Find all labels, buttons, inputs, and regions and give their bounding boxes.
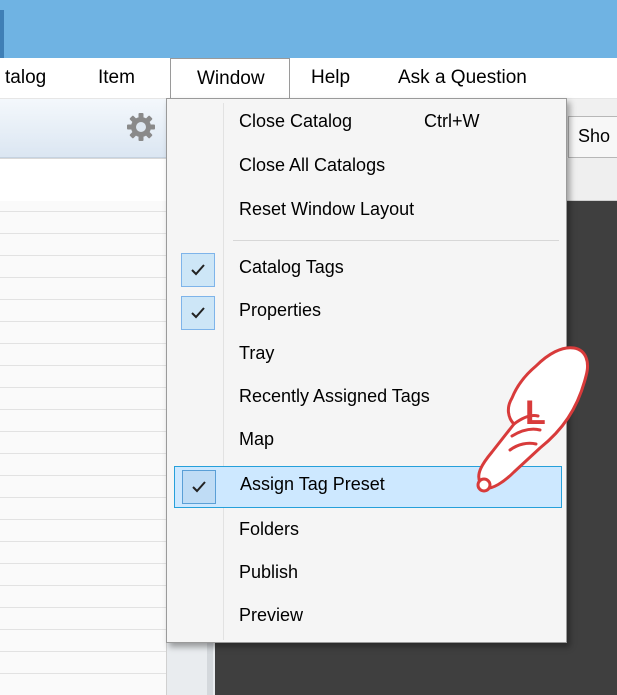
menu-preview[interactable]: Preview [167, 597, 566, 639]
menu-ask-a-question[interactable]: Ask a Question [398, 67, 527, 89]
check-icon [181, 296, 215, 330]
menu-properties[interactable]: Properties [167, 292, 566, 334]
menu-close-catalog[interactable]: Close Catalog Ctrl+W [167, 103, 566, 145]
check-icon [182, 470, 216, 504]
menu-close-all-catalogs[interactable]: Close All Catalogs [167, 147, 566, 189]
menu-label: Recently Assigned Tags [239, 386, 430, 406]
show-tab[interactable]: Sho [568, 116, 617, 158]
menu-label: Preview [239, 605, 304, 625]
menu-label: Properties [239, 300, 322, 320]
menu-window[interactable]: Window [170, 58, 290, 99]
window-titlebar [0, 0, 617, 58]
panel-search-input[interactable] [0, 158, 166, 202]
menu-catalog-tags[interactable]: Catalog Tags [167, 249, 566, 291]
tag-list-panel [0, 201, 167, 695]
menu-folders[interactable]: Folders [167, 511, 566, 553]
menu-separator [233, 240, 559, 241]
pointing-hand-icon: L [476, 346, 589, 493]
menu-label: Close Catalog [239, 111, 353, 131]
menu-help[interactable]: Help [311, 67, 350, 89]
menu-label: Assign Tag Preset [240, 474, 385, 494]
menu-shortcut: Ctrl+W [424, 111, 480, 131]
menu-window-label: Window [197, 68, 265, 89]
show-tab-label: Sho [578, 126, 611, 146]
menu-catalog[interactable]: talog [5, 67, 46, 89]
menu-label: Reset Window Layout [239, 199, 415, 219]
menu-label: Close All Catalogs [239, 155, 386, 175]
menu-label: Tray [239, 343, 275, 363]
gear-icon[interactable] [124, 110, 158, 144]
menu-label: Map [239, 429, 275, 449]
menu-bar: talog Item Help Ask a Question [0, 58, 617, 99]
menu-label: Publish [239, 562, 299, 582]
hand-letter: L [525, 394, 546, 432]
menu-reset-window-layout[interactable]: Reset Window Layout [167, 191, 566, 233]
menu-item[interactable]: Item [98, 67, 135, 89]
window-edge [0, 10, 4, 58]
check-icon [181, 253, 215, 287]
menu-label: Catalog Tags [239, 257, 344, 277]
menu-publish[interactable]: Publish [167, 554, 566, 596]
menu-label: Folders [239, 519, 300, 539]
